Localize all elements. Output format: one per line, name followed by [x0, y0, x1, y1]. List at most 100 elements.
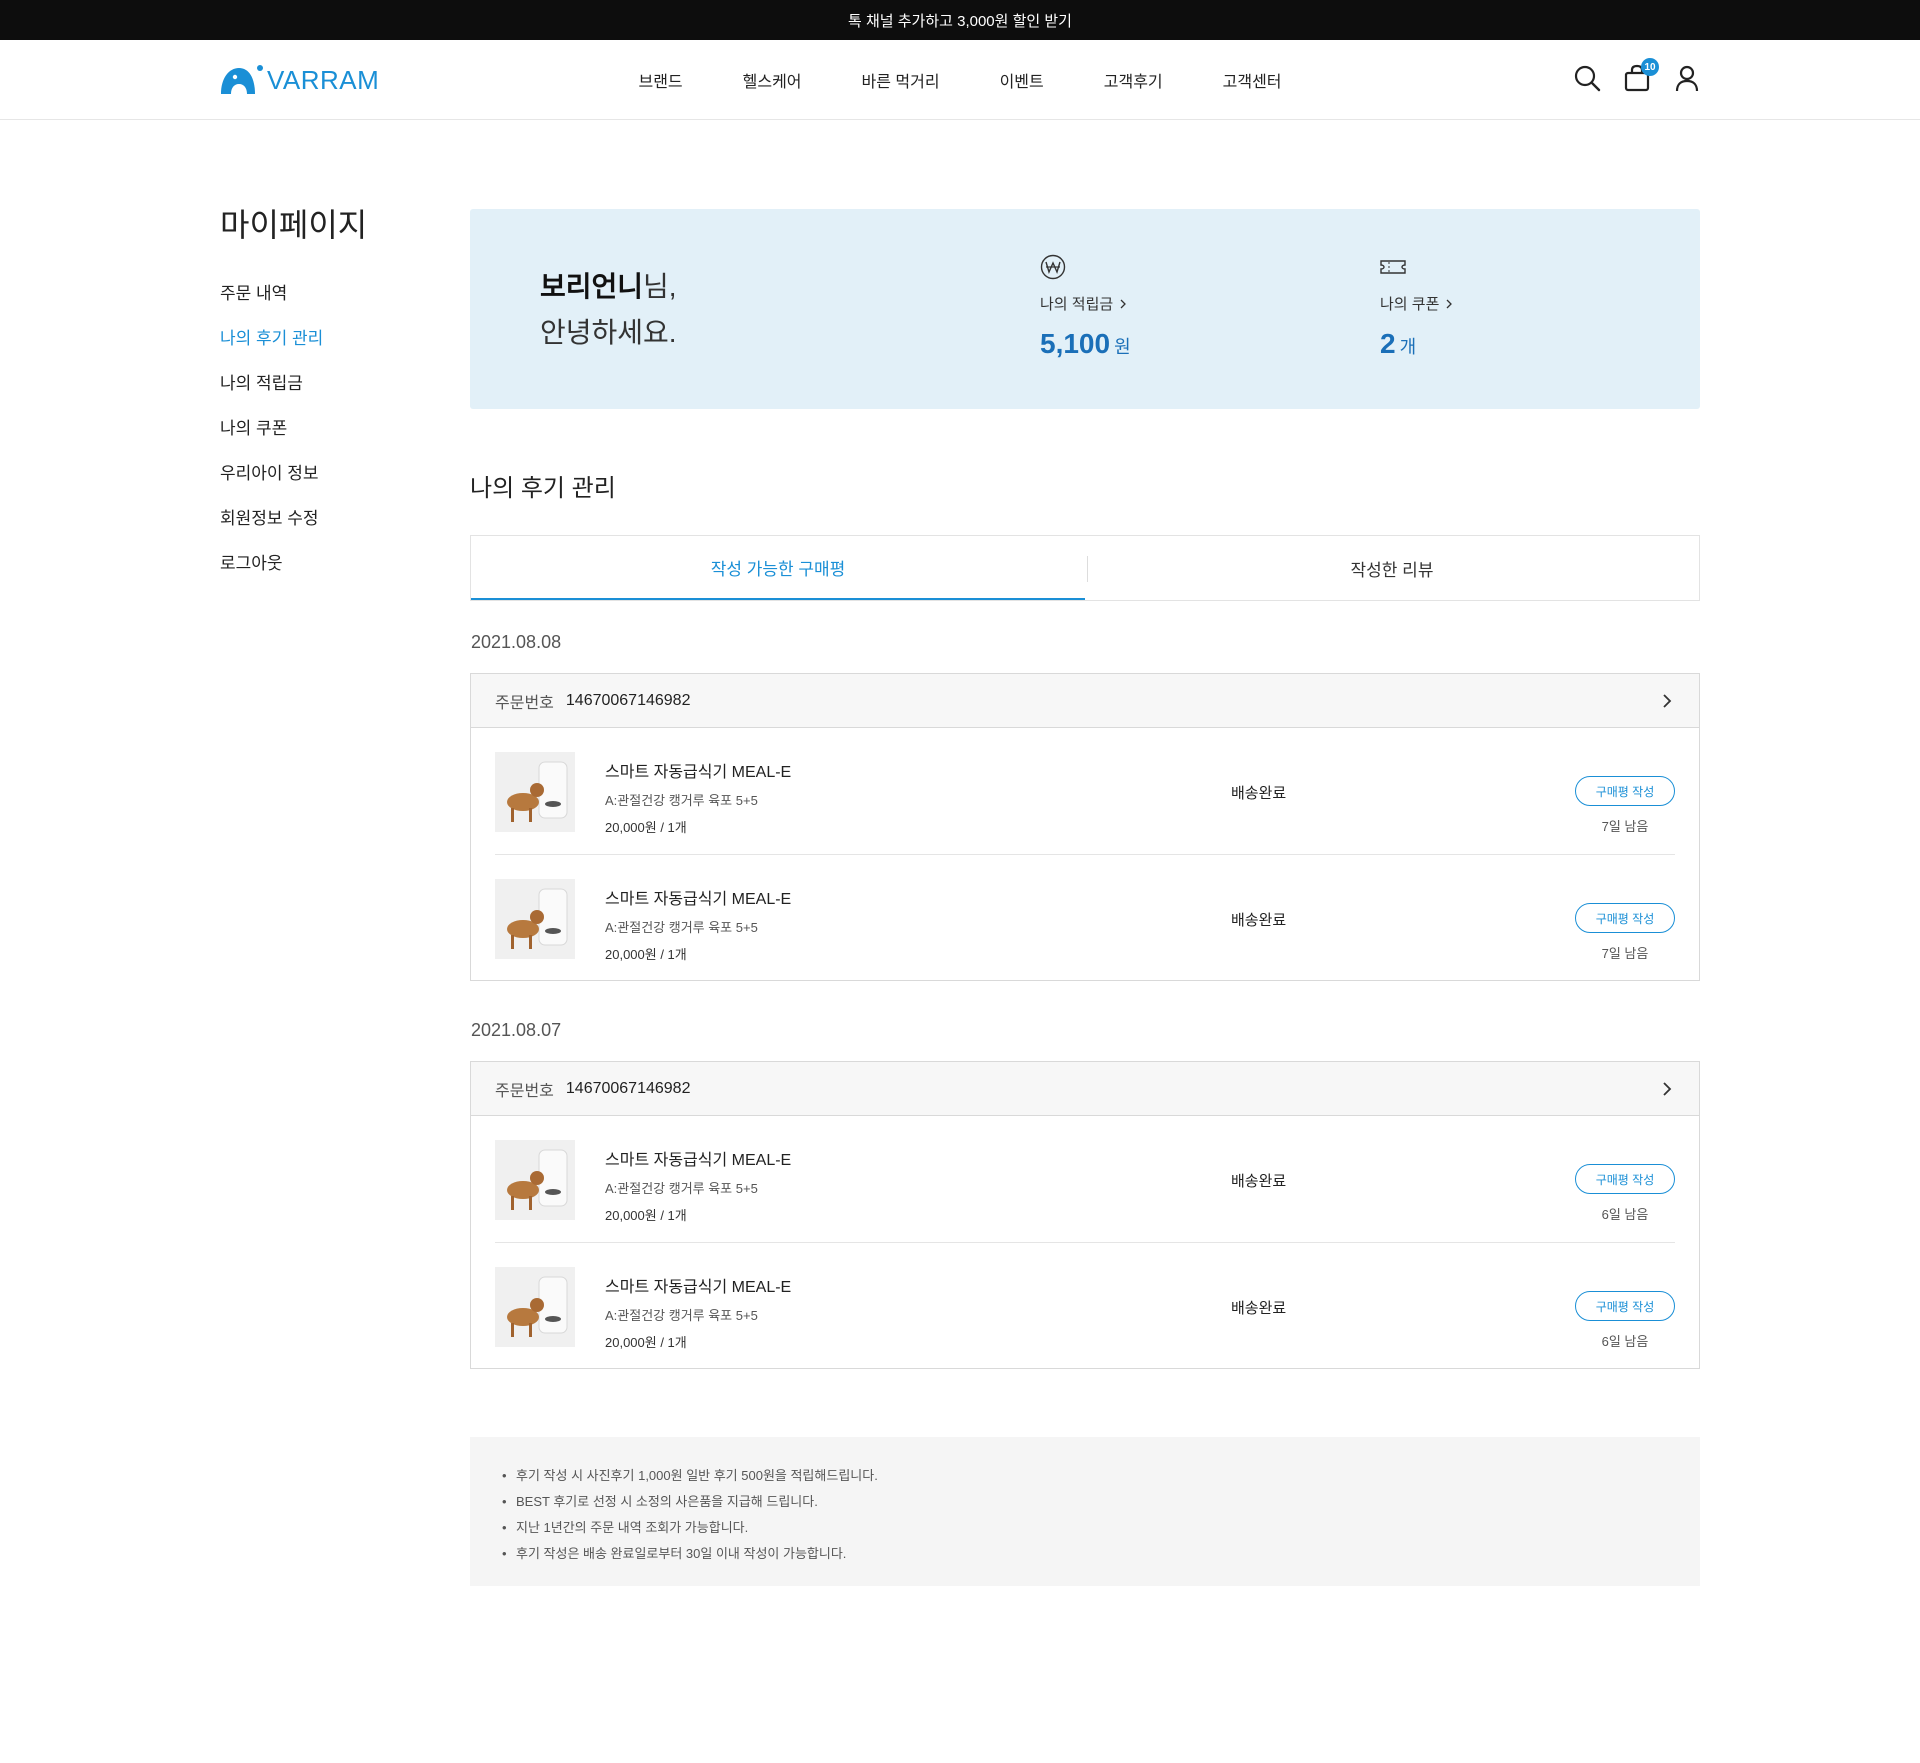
order-header[interactable]: 주문번호 14670067146982 [471, 1062, 1699, 1116]
search-icon [1574, 65, 1601, 92]
order-number-label: 주문번호 [495, 1082, 554, 1100]
product-info: 스마트 자동급식기 MEAL-E A:관절건강 캥거루 육포 5+5 20,00… [605, 758, 791, 836]
product-thumbnail[interactable] [495, 1267, 575, 1347]
order-card: 주문번호 14670067146982 스마트 자동급식기 MEAL-E A:관… [470, 673, 1700, 981]
product-price: 20,000원 / 1개 [605, 1335, 687, 1350]
product-option: A:관절건강 캥거루 육포 5+5 [605, 1181, 758, 1196]
nav-brand[interactable]: 브랜드 [608, 68, 712, 92]
user-name: 보리언니 [540, 271, 644, 302]
product-image-icon [495, 879, 575, 959]
welcome-panel: 보리언니님, 안녕하세요. 나의 적립금 5,100 원 나의 쿠폰 2개 [470, 209, 1700, 409]
order-number: 14670067146982 [565, 691, 691, 709]
points-value-row: 5,100 원 [1040, 328, 1131, 360]
write-review-button[interactable]: 구매평 작성 [1575, 776, 1675, 806]
product-name[interactable]: 스마트 자동급식기 MEAL-E [605, 758, 791, 782]
nav-reviews[interactable]: 고객후기 [1074, 68, 1193, 92]
product-info: 스마트 자동급식기 MEAL-E A:관절건강 캥거루 육포 5+5 20,00… [605, 885, 791, 963]
chevron-right-icon [1120, 299, 1127, 308]
order-item: 스마트 자동급식기 MEAL-E A:관절건강 캥거루 육포 5+5 20,00… [495, 854, 1675, 980]
site-header: VARRAM 브랜드 헬스케어 바른 먹거리 이벤트 고객후기 고객센터 10 [0, 40, 1920, 120]
product-thumbnail[interactable] [495, 752, 575, 832]
logo-text: VARRAM [267, 64, 380, 95]
tab-written-reviews[interactable]: 작성한 리뷰 [1085, 536, 1699, 600]
sidebar-title: 마이페이지 [220, 207, 368, 243]
ticket-icon [1380, 260, 1406, 274]
order-card: 주문번호 14670067146982 스마트 자동급식기 MEAL-E A:관… [470, 1061, 1700, 1369]
logo-icon [221, 65, 263, 94]
write-review-button[interactable]: 구매평 작성 [1575, 1291, 1675, 1321]
coupons-link[interactable]: 나의 쿠폰 [1380, 293, 1453, 314]
notice-item: 후기 작성 시 사진후기 1,000원 일반 후기 500원을 적립해드립니다. [502, 1463, 1668, 1489]
greeting-line2: 안녕하세요. [540, 317, 677, 348]
sidebar-item-points[interactable]: 나의 적립금 [220, 374, 420, 419]
sidebar-item-logout[interactable]: 로그아웃 [220, 554, 420, 599]
days-remaining: 7일 남음 [1601, 946, 1649, 961]
points-summary: 나의 적립금 5,100 원 [1040, 254, 1131, 360]
coupons-value: 2 [1380, 328, 1396, 359]
nav-healthcare[interactable]: 헬스케어 [713, 68, 832, 92]
points-value: 5,100 [1040, 328, 1111, 359]
write-review-button[interactable]: 구매평 작성 [1575, 903, 1675, 933]
product-name[interactable]: 스마트 자동급식기 MEAL-E [605, 885, 791, 909]
product-image-icon [495, 1140, 575, 1220]
points-label: 나의 적립금 [1040, 296, 1114, 313]
review-notice: 후기 작성 시 사진후기 1,000원 일반 후기 500원을 적립해드립니다.… [470, 1437, 1700, 1586]
coupons-label: 나의 쿠폰 [1380, 296, 1440, 313]
order-header[interactable]: 주문번호 14670067146982 [471, 674, 1699, 728]
won-icon [1040, 254, 1066, 280]
promo-text: 톡 채널 추가하고 3,000원 할인 받기 [848, 12, 1072, 30]
product-image-icon [495, 1267, 575, 1347]
points-link[interactable]: 나의 적립금 [1040, 293, 1131, 314]
nav-food[interactable]: 바른 먹거리 [832, 68, 970, 92]
delivery-status: 배송완료 [1231, 1300, 1287, 1317]
product-info: 스마트 자동급식기 MEAL-E A:관절건강 캥거루 육포 5+5 20,00… [605, 1146, 791, 1224]
section-title: 나의 후기 관리 [470, 475, 616, 502]
notice-item: 지난 1년간의 주문 내역 조회가 가능합니다. [502, 1515, 1668, 1541]
product-thumbnail[interactable] [495, 879, 575, 959]
cart-button[interactable]: 10 [1623, 58, 1659, 92]
product-info: 스마트 자동급식기 MEAL-E A:관절건강 캥거루 육포 5+5 20,00… [605, 1273, 791, 1351]
delivery-status: 배송완료 [1231, 912, 1287, 929]
notice-item: 후기 작성은 배송 완료일로부터 30일 이내 작성이 가능합니다. [502, 1541, 1668, 1567]
product-name[interactable]: 스마트 자동급식기 MEAL-E [605, 1146, 791, 1170]
delivery-status: 배송완료 [1231, 785, 1287, 802]
header-utilities: 10 [1573, 58, 1701, 92]
order-item: 스마트 자동급식기 MEAL-E A:관절건강 캥거루 육포 5+5 20,00… [495, 1116, 1675, 1242]
order-number-label: 주문번호 [495, 694, 554, 712]
product-price: 20,000원 / 1개 [605, 1208, 687, 1223]
nav-event[interactable]: 이벤트 [970, 68, 1074, 92]
product-option: A:관절건강 캥거루 육포 5+5 [605, 920, 758, 935]
sidebar-item-edit-profile[interactable]: 회원정보 수정 [220, 509, 420, 554]
order-date: 2021.08.08 [471, 632, 562, 652]
sidebar-item-pet-info[interactable]: 우리아이 정보 [220, 464, 420, 509]
product-image-icon [495, 752, 575, 832]
product-price: 20,000원 / 1개 [605, 820, 687, 835]
product-option: A:관절건강 캥거루 육포 5+5 [605, 1308, 758, 1323]
order-item: 스마트 자동급식기 MEAL-E A:관절건강 캥거루 육포 5+5 20,00… [495, 1242, 1675, 1368]
product-price: 20,000원 / 1개 [605, 947, 687, 962]
nav-support[interactable]: 고객센터 [1193, 68, 1312, 92]
chevron-right-icon [1663, 1082, 1672, 1096]
account-button[interactable] [1673, 64, 1701, 92]
product-name[interactable]: 스마트 자동급식기 MEAL-E [605, 1273, 791, 1297]
sidebar-item-orders[interactable]: 주문 내역 [220, 284, 420, 329]
coupons-unit: 개 [1399, 337, 1417, 357]
product-thumbnail[interactable] [495, 1140, 575, 1220]
promo-banner[interactable]: 톡 채널 추가하고 3,000원 할인 받기 [0, 0, 1920, 40]
logo[interactable]: VARRAM [219, 62, 379, 98]
search-button[interactable] [1573, 64, 1601, 92]
order-number: 14670067146982 [565, 1079, 691, 1097]
greeting: 보리언니님, 안녕하세요. [540, 264, 677, 356]
cart-count-badge: 10 [1641, 58, 1659, 76]
days-remaining: 6일 남음 [1601, 1334, 1649, 1349]
sidebar-item-reviews[interactable]: 나의 후기 관리 [220, 329, 420, 374]
mypage-sidebar: 마이페이지 주문 내역 나의 후기 관리 나의 적립금 나의 쿠폰 우리아이 정… [220, 200, 420, 599]
order-date: 2021.08.07 [471, 1020, 562, 1040]
write-review-button[interactable]: 구매평 작성 [1575, 1164, 1675, 1194]
tab-writable-reviews[interactable]: 작성 가능한 구매평 [471, 536, 1085, 600]
points-unit: 원 [1114, 337, 1131, 357]
chevron-right-icon [1663, 694, 1672, 708]
greeting-suffix: 님, [643, 271, 677, 302]
sidebar-item-coupons[interactable]: 나의 쿠폰 [220, 419, 420, 464]
days-remaining: 7일 남음 [1601, 819, 1649, 834]
